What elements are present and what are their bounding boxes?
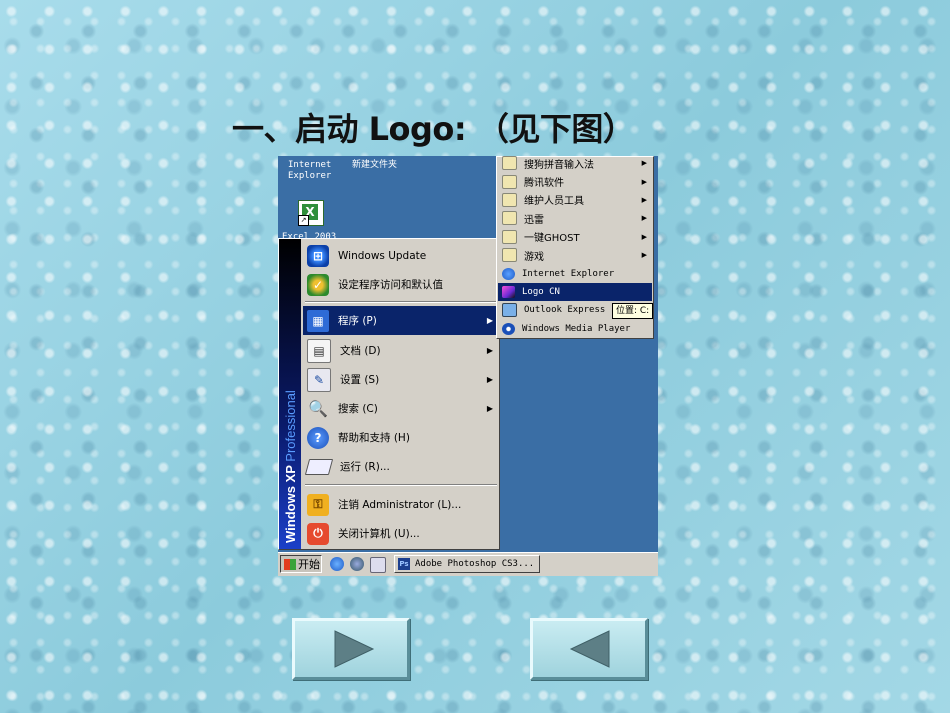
menu-item-windows-update[interactable]: ⊞ Windows Update [303, 241, 499, 270]
submenu-arrow-icon: ▶ [486, 404, 493, 413]
submenu-item-label: Logo CN [522, 286, 560, 297]
start-menu-banner: Windows XP Professional [279, 239, 301, 549]
settings-icon: ✎ [307, 367, 331, 392]
previous-slide-button[interactable] [530, 618, 648, 680]
program-group-icon [502, 156, 517, 171]
submenu-item-games[interactable]: 游戏 ▶ [498, 246, 652, 264]
menu-item-label: 文档 (D) [340, 345, 381, 357]
start-menu: Windows XP Professional ⊞ Windows Update… [278, 238, 500, 550]
menu-item-programs[interactable]: ▦ 程序 (P) ▶ [303, 306, 499, 335]
submenu-item-label: 一键GHOST [524, 233, 580, 245]
desktop-icon-ie-label[interactable]: Internet Explorer [288, 160, 331, 182]
excel-icon[interactable]: X ↗ [298, 200, 324, 226]
submenu-arrow-icon: ▶ [641, 177, 647, 186]
submenu-item-label: Internet Explorer [522, 268, 615, 279]
menu-item-label: 帮助和支持 (H) [338, 432, 410, 444]
submenu-item-xunlei[interactable]: 迅雷 ▶ [498, 209, 652, 227]
submenu-item-label: Windows Media Player [522, 323, 631, 334]
menu-item-search[interactable]: 🔍 搜索 (C) ▶ [303, 394, 499, 423]
menu-item-label: 搜索 (C) [338, 403, 378, 415]
media-player-icon [502, 322, 515, 335]
submenu-arrow-icon: ▶ [641, 214, 647, 223]
next-slide-button[interactable] [292, 618, 410, 680]
submenu-item-label: Outlook Express [524, 305, 606, 316]
submenu-item-internet-explorer[interactable]: Internet Explorer [498, 264, 652, 282]
quicklaunch-ie-icon[interactable] [330, 557, 344, 571]
menu-separator [305, 484, 497, 486]
quicklaunch-desktop-icon[interactable] [370, 557, 386, 573]
menu-item-label: 关闭计算机 (U)... [338, 528, 420, 540]
submenu-arrow-icon: ▶ [641, 159, 647, 168]
logoff-icon: ⚿ [307, 493, 329, 516]
play-left-icon [569, 630, 610, 668]
menu-item-logoff[interactable]: ⚿ 注销 Administrator (L)... [303, 490, 499, 519]
taskbar: 开始 Ps Adobe Photoshop CS3... [278, 552, 658, 576]
submenu-arrow-icon: ▶ [641, 232, 647, 241]
submenu-item-media-player[interactable]: Windows Media Player [498, 320, 652, 338]
submenu-item-label: 迅雷 [524, 214, 544, 226]
submenu-arrow-icon: ▶ [641, 195, 647, 204]
logo-cn-icon [502, 285, 515, 298]
photoshop-icon: Ps [398, 558, 410, 570]
menu-item-settings[interactable]: ✎ 设置 (S) ▶ [303, 365, 499, 394]
menu-item-documents[interactable]: ▤ 文档 (D) ▶ [303, 336, 499, 365]
internet-explorer-icon [502, 267, 515, 280]
task-button-label: Adobe Photoshop CS3... [415, 559, 535, 569]
submenu-item-maintenance[interactable]: 维护人员工具 ▶ [498, 191, 652, 209]
windows-screenshot: Internet Explorer 新建文件夹 X ↗ Excel 2003 Wi… [278, 156, 658, 576]
submenu-item-label: 游戏 [524, 251, 544, 263]
menu-item-program-access[interactable]: ✓ 设定程序访问和默认值 [303, 270, 499, 299]
menu-item-label: 运行 (R)... [340, 461, 390, 473]
submenu-item-label: 维护人员工具 [524, 196, 584, 208]
program-group-icon [502, 211, 517, 226]
program-access-icon: ✓ [307, 273, 329, 296]
banner-windows-text: Windows XP [283, 465, 298, 543]
submenu-arrow-icon: ▶ [641, 251, 647, 260]
programs-icon: ▦ [307, 309, 329, 332]
shutdown-icon: ⏻ [307, 522, 329, 545]
menu-item-shutdown[interactable]: ⏻ 关闭计算机 (U)... [303, 519, 499, 548]
program-group-icon [502, 192, 517, 207]
menu-item-label: 注销 Administrator (L)... [338, 499, 462, 511]
banner-edition-text: Professional [283, 390, 298, 462]
program-group-icon [502, 229, 517, 244]
quicklaunch-messenger-icon[interactable] [350, 557, 364, 571]
help-icon: ? [307, 426, 329, 449]
menu-item-label: 设定程序访问和默认值 [338, 279, 443, 291]
location-tooltip: 位置: C: [612, 303, 654, 319]
submenu-arrow-icon: ▶ [486, 375, 493, 384]
menu-separator [305, 301, 497, 303]
menu-item-help[interactable]: ? 帮助和支持 (H) [303, 423, 499, 452]
menu-item-label: Windows Update [338, 249, 427, 262]
submenu-item-ghost[interactable]: 一键GHOST ▶ [498, 228, 652, 246]
submenu-item-sogou[interactable]: 搜狗拼音输入法 ▶ [498, 156, 652, 172]
start-button-label: 开始 [298, 558, 320, 571]
search-icon: 🔍 [308, 399, 328, 418]
submenu-item-tencent[interactable]: 腾讯软件 ▶ [498, 172, 652, 190]
menu-item-run[interactable]: 运行 (R)... [303, 452, 499, 481]
play-right-icon [334, 630, 375, 668]
documents-icon: ▤ [307, 338, 331, 363]
menu-item-label: 设置 (S) [340, 374, 380, 386]
submenu-item-logo-cn[interactable]: Logo CN [498, 282, 652, 302]
desktop-icon-folder-label[interactable]: 新建文件夹 [352, 160, 397, 171]
windows-update-icon: ⊞ [307, 244, 329, 267]
outlook-express-icon [502, 303, 517, 318]
start-button[interactable]: 开始 [280, 555, 322, 573]
submenu-arrow-icon: ▶ [486, 346, 493, 355]
submenu-item-label: 腾讯软件 [524, 178, 564, 190]
submenu-arrow-icon: ▶ [486, 316, 493, 325]
program-group-icon [502, 248, 517, 263]
submenu-item-label: 搜狗拼音输入法 [524, 159, 594, 171]
menu-item-label: 程序 (P) [338, 315, 377, 327]
run-icon [304, 458, 334, 475]
windows-flag-icon [284, 558, 296, 570]
program-group-icon [502, 174, 517, 189]
taskbar-photoshop-button[interactable]: Ps Adobe Photoshop CS3... [394, 555, 540, 573]
slide-title: 一、启动 Logo: （见下图） [232, 110, 635, 148]
